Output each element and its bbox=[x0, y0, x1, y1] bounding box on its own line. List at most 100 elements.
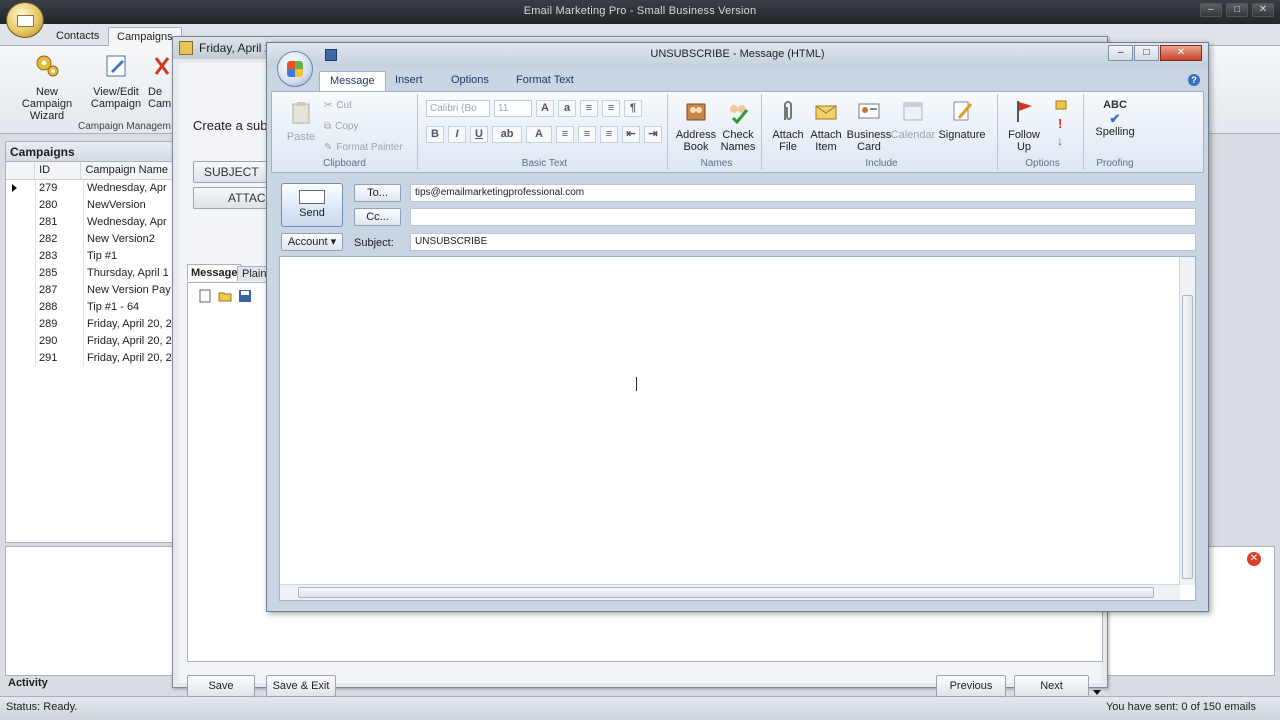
vertical-scrollbar[interactable] bbox=[1179, 257, 1195, 585]
tab-contacts[interactable]: Contacts bbox=[48, 27, 107, 46]
column-header-id[interactable]: ID bbox=[35, 162, 82, 179]
address-book-button[interactable]: Address Book bbox=[674, 98, 718, 153]
subject-field[interactable]: UNSUBSCRIBE bbox=[410, 233, 1196, 251]
table-row[interactable]: 281 Wednesday, Apr bbox=[6, 214, 172, 231]
save-exit-button[interactable]: Save & Exit bbox=[266, 675, 336, 697]
paste-button[interactable]: Paste bbox=[280, 100, 322, 143]
help-icon[interactable]: ? bbox=[1188, 74, 1200, 86]
open-folder-icon[interactable] bbox=[218, 289, 232, 303]
shrink-font-icon[interactable]: a bbox=[558, 100, 576, 117]
tab-campaigns[interactable]: Campaigns bbox=[108, 27, 182, 46]
app-menu-orb[interactable] bbox=[6, 2, 44, 38]
row-selector[interactable] bbox=[6, 316, 36, 333]
font-name-combo[interactable]: Calibri (Bo bbox=[426, 100, 490, 117]
horizontal-scrollbar[interactable] bbox=[280, 584, 1180, 600]
align-center-icon[interactable]: ≡ bbox=[578, 126, 596, 143]
attach-file-button[interactable]: Attach File bbox=[768, 98, 808, 153]
highlight-icon[interactable]: ab bbox=[492, 126, 522, 143]
row-selector[interactable] bbox=[6, 180, 36, 197]
bullets-icon[interactable]: ≡ bbox=[580, 100, 598, 117]
follow-up-button[interactable]: Follow Up bbox=[1004, 98, 1044, 153]
table-row[interactable]: 280 NewVersion bbox=[6, 197, 172, 214]
table-row[interactable]: 291 Friday, April 20, 2 bbox=[6, 350, 172, 367]
row-selector[interactable] bbox=[6, 333, 36, 350]
check-names-button[interactable]: Check Names bbox=[716, 98, 760, 153]
tab-message[interactable]: Message bbox=[187, 264, 242, 281]
message-maximize-button[interactable]: □ bbox=[1134, 45, 1159, 61]
row-selector[interactable] bbox=[6, 299, 36, 316]
vertical-scroll-thumb[interactable] bbox=[1182, 295, 1193, 579]
row-selector[interactable] bbox=[6, 214, 36, 231]
cc-field[interactable] bbox=[410, 208, 1196, 226]
calendar-button[interactable]: Calendar bbox=[890, 98, 936, 141]
copy-button[interactable]: ⧉ Copy bbox=[324, 121, 359, 132]
horizontal-scroll-thumb[interactable] bbox=[298, 587, 1154, 598]
bold-icon[interactable]: B bbox=[426, 126, 444, 143]
underline-icon[interactable]: U bbox=[470, 126, 488, 143]
next-button[interactable]: Next bbox=[1014, 675, 1089, 697]
row-selector[interactable] bbox=[6, 231, 36, 248]
table-row[interactable]: 288 Tip #1 - 64 bbox=[6, 299, 172, 316]
send-button[interactable]: Send bbox=[281, 183, 343, 227]
row-selector[interactable] bbox=[6, 248, 36, 265]
table-row[interactable]: 285 Thursday, April 1 bbox=[6, 265, 172, 282]
message-body-editor[interactable] bbox=[279, 256, 1196, 601]
numbering-icon[interactable]: ≡ bbox=[602, 100, 620, 117]
chevron-down-icon[interactable] bbox=[1093, 690, 1101, 695]
save-disk-icon[interactable] bbox=[238, 289, 252, 303]
view-edit-campaign-button[interactable]: View/Edit Campaign bbox=[88, 52, 144, 110]
account-button[interactable]: Account ▾ bbox=[281, 233, 343, 251]
font-size-combo[interactable]: 11 bbox=[494, 100, 532, 117]
styles-icon[interactable]: ¶ bbox=[624, 100, 642, 117]
attach-item-button[interactable]: Attach Item bbox=[806, 98, 846, 153]
row-selector[interactable] bbox=[6, 265, 36, 282]
maximize-button[interactable]: □ bbox=[1226, 3, 1248, 17]
minimize-button[interactable]: – bbox=[1200, 3, 1222, 17]
spelling-button[interactable]: ABC ✔ Spelling bbox=[1092, 98, 1138, 138]
tab-activity[interactable]: Activity bbox=[5, 676, 48, 692]
decrease-indent-icon[interactable]: ⇤ bbox=[622, 126, 640, 143]
message-minimize-button[interactable]: – bbox=[1108, 45, 1133, 61]
italic-icon[interactable]: I bbox=[448, 126, 466, 143]
cut-button[interactable]: ✂ Cut bbox=[324, 100, 352, 111]
close-activity-icon[interactable]: ✕ bbox=[1247, 552, 1261, 566]
message-titlebar: UNSUBSCRIBE - Message (HTML) – □ ✕ bbox=[267, 43, 1208, 67]
save-button[interactable]: Save bbox=[187, 675, 255, 697]
tab-insert[interactable]: Insert bbox=[385, 71, 433, 91]
to-button[interactable]: To... bbox=[354, 184, 401, 202]
office-button[interactable] bbox=[277, 51, 313, 87]
column-header-name[interactable]: Campaign Name bbox=[81, 162, 172, 179]
previous-button[interactable]: Previous bbox=[936, 675, 1006, 697]
low-importance-icon[interactable]: ↓ bbox=[1057, 134, 1063, 148]
to-field[interactable]: tips@emailmarketingprofessional.com bbox=[410, 184, 1196, 202]
increase-indent-icon[interactable]: ⇥ bbox=[644, 126, 662, 143]
row-selector[interactable] bbox=[6, 350, 36, 367]
align-left-icon[interactable]: ≡ bbox=[556, 126, 574, 143]
table-row[interactable]: 290 Friday, April 20, 2 bbox=[6, 333, 172, 350]
format-painter-button[interactable]: ✎ Format Painter bbox=[324, 142, 403, 153]
business-card-button[interactable]: Business Card bbox=[846, 98, 892, 153]
row-selector[interactable] bbox=[6, 197, 36, 214]
table-row[interactable]: 289 Friday, April 20, 2 bbox=[6, 316, 172, 333]
tab-options[interactable]: Options bbox=[441, 71, 499, 91]
row-selector[interactable] bbox=[6, 282, 36, 299]
table-row[interactable]: 287 New Version Pay bbox=[6, 282, 172, 299]
table-row[interactable]: 283 Tip #1 bbox=[6, 248, 172, 265]
table-row[interactable]: 282 New Version2 bbox=[6, 231, 172, 248]
cc-button[interactable]: Cc... bbox=[354, 208, 401, 226]
grow-font-icon[interactable]: A bbox=[536, 100, 554, 117]
message-close-button[interactable]: ✕ bbox=[1160, 45, 1202, 61]
delete-campaign-button[interactable]: De Cam bbox=[148, 52, 174, 110]
new-document-icon[interactable] bbox=[198, 289, 212, 303]
new-campaign-wizard-button[interactable]: New Campaign Wizard bbox=[10, 52, 84, 122]
signature-button[interactable]: Signature bbox=[936, 98, 988, 141]
high-importance-icon[interactable]: ! bbox=[1058, 116, 1062, 131]
tab-message-ribbon[interactable]: Message bbox=[319, 71, 386, 91]
table-row[interactable]: 279 Wednesday, Apr bbox=[6, 180, 172, 197]
close-button[interactable]: ✕ bbox=[1252, 3, 1274, 17]
font-color-icon[interactable]: A bbox=[526, 126, 552, 143]
align-right-icon[interactable]: ≡ bbox=[600, 126, 618, 143]
tab-format-text[interactable]: Format Text bbox=[506, 71, 584, 91]
categorize-icon[interactable] bbox=[1054, 98, 1074, 112]
column-header-select[interactable] bbox=[6, 162, 36, 179]
